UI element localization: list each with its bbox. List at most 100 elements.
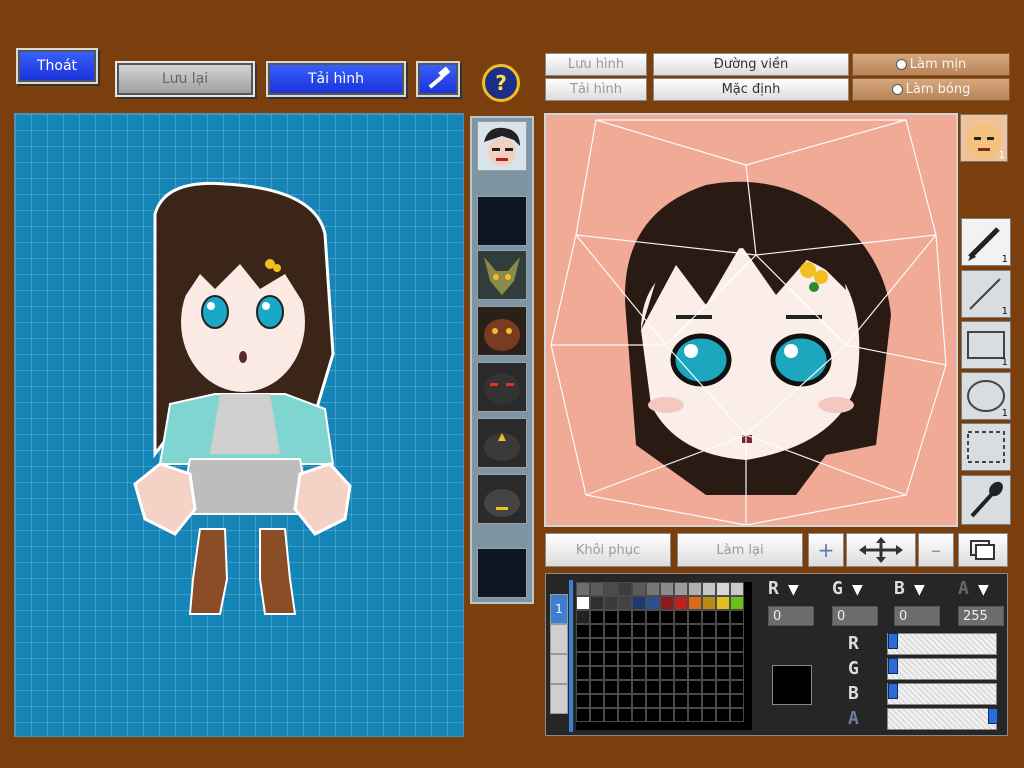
load-image-button[interactable]: Tải hình — [266, 61, 406, 97]
palette-swatch[interactable] — [730, 694, 744, 708]
shine-radio[interactable]: Làm bóng — [852, 78, 1010, 101]
palette-swatch[interactable] — [618, 596, 632, 610]
palette-swatch[interactable] — [590, 694, 604, 708]
palette-swatch[interactable] — [646, 638, 660, 652]
palette-swatch[interactable] — [632, 680, 646, 694]
palette-swatch[interactable] — [576, 694, 590, 708]
palette-swatch[interactable] — [660, 624, 674, 638]
palette-swatch[interactable] — [674, 708, 688, 722]
palette-swatch[interactable] — [646, 596, 660, 610]
dropdown-arrow-icon[interactable]: ▼ — [788, 582, 799, 598]
palette-swatch[interactable] — [646, 652, 660, 666]
save-image-button[interactable]: Lưu hình — [545, 53, 647, 76]
palette-swatch[interactable] — [716, 694, 730, 708]
avatar-thumbnail[interactable]: 1 — [960, 114, 1008, 162]
r-value-input[interactable]: 0 — [768, 606, 814, 626]
palette-swatch[interactable] — [688, 666, 702, 680]
palette-swatch[interactable] — [576, 638, 590, 652]
character-preview-canvas[interactable] — [14, 113, 464, 737]
palette-swatch[interactable] — [688, 624, 702, 638]
palette-swatch[interactable] — [674, 652, 688, 666]
palette-swatch[interactable] — [604, 638, 618, 652]
character-slot-3[interactable] — [477, 250, 527, 300]
palette-swatch[interactable] — [660, 652, 674, 666]
palette-swatch[interactable] — [646, 680, 660, 694]
a-slider-knob[interactable] — [988, 708, 998, 724]
rectangle-tool[interactable]: 1 — [961, 321, 1011, 369]
palette-swatch[interactable] — [618, 666, 632, 680]
hammer-button[interactable] — [416, 61, 460, 97]
palette-swatch[interactable] — [674, 638, 688, 652]
palette-swatch[interactable] — [632, 708, 646, 722]
line-tool[interactable]: 1 — [961, 270, 1011, 318]
palette-swatch[interactable] — [590, 652, 604, 666]
palette-swatch[interactable] — [590, 596, 604, 610]
palette-swatch[interactable] — [604, 596, 618, 610]
exit-button[interactable]: Thoát — [16, 48, 98, 84]
palette-swatch[interactable] — [730, 652, 744, 666]
dropdown-arrow-icon[interactable]: ▼ — [914, 582, 925, 598]
palette-swatch[interactable] — [618, 638, 632, 652]
palette-swatch[interactable] — [590, 582, 604, 596]
palette-swatch[interactable] — [576, 652, 590, 666]
palette-swatch[interactable] — [688, 596, 702, 610]
character-slot-2[interactable] — [477, 196, 527, 246]
palette-swatch[interactable] — [716, 652, 730, 666]
palette-swatch[interactable] — [702, 680, 716, 694]
palette-swatch[interactable] — [632, 666, 646, 680]
r-slider-knob[interactable] — [888, 633, 898, 649]
zoom-out-button[interactable]: – — [918, 533, 954, 567]
palette-swatch[interactable] — [590, 666, 604, 680]
palette-swatch[interactable] — [632, 596, 646, 610]
palette-swatch[interactable] — [604, 694, 618, 708]
palette-swatch[interactable] — [688, 582, 702, 596]
palette-swatch[interactable] — [716, 624, 730, 638]
palette-swatch[interactable] — [618, 624, 632, 638]
palette-swatch[interactable] — [716, 638, 730, 652]
palette-swatch[interactable] — [688, 694, 702, 708]
palette-swatch[interactable] — [716, 708, 730, 722]
pen-tool[interactable]: 1 — [961, 218, 1011, 266]
palette-swatch[interactable] — [730, 582, 744, 596]
zoom-in-button[interactable]: + — [808, 533, 844, 567]
palette-swatch[interactable] — [730, 680, 744, 694]
character-slot-6[interactable] — [477, 418, 527, 468]
palette-swatch[interactable] — [576, 680, 590, 694]
move-button[interactable] — [846, 533, 916, 567]
palette-swatch[interactable] — [576, 582, 590, 596]
palette-swatch[interactable] — [660, 638, 674, 652]
current-color-swatch[interactable] — [772, 665, 812, 705]
palette-swatch[interactable] — [632, 582, 646, 596]
palette-swatch[interactable] — [716, 610, 730, 624]
character-slot-1[interactable] — [477, 121, 527, 171]
dropdown-arrow-icon[interactable]: ▼ — [978, 582, 989, 598]
palette-swatch[interactable] — [674, 596, 688, 610]
palette-tab-2[interactable] — [550, 624, 568, 654]
palette-swatch[interactable] — [674, 694, 688, 708]
palette-swatch[interactable] — [688, 638, 702, 652]
palette-swatch[interactable] — [618, 694, 632, 708]
default-button[interactable]: Mặc định — [653, 78, 849, 101]
palette-swatch[interactable] — [702, 652, 716, 666]
palette-swatch[interactable] — [660, 708, 674, 722]
redo-button[interactable]: Làm lại — [677, 533, 803, 567]
a-slider[interactable] — [887, 708, 998, 730]
face-editor-canvas[interactable] — [544, 113, 958, 527]
palette-swatch[interactable] — [702, 666, 716, 680]
palette-swatch[interactable] — [576, 596, 590, 610]
save-button[interactable]: Lưu lại — [115, 61, 255, 97]
palette-swatch[interactable] — [590, 610, 604, 624]
palette-swatch[interactable] — [674, 680, 688, 694]
palette-swatch[interactable] — [688, 680, 702, 694]
palette-swatch[interactable] — [576, 624, 590, 638]
palette-swatch[interactable] — [702, 708, 716, 722]
palette-swatch[interactable] — [730, 638, 744, 652]
palette-swatch[interactable] — [688, 652, 702, 666]
palette-tab-3[interactable] — [550, 654, 568, 684]
palette-swatch[interactable] — [730, 596, 744, 610]
palette-swatch[interactable] — [604, 652, 618, 666]
palette-swatch[interactable] — [632, 638, 646, 652]
palette-swatch[interactable] — [618, 680, 632, 694]
palette-swatch[interactable] — [660, 680, 674, 694]
g-slider[interactable] — [887, 658, 997, 680]
